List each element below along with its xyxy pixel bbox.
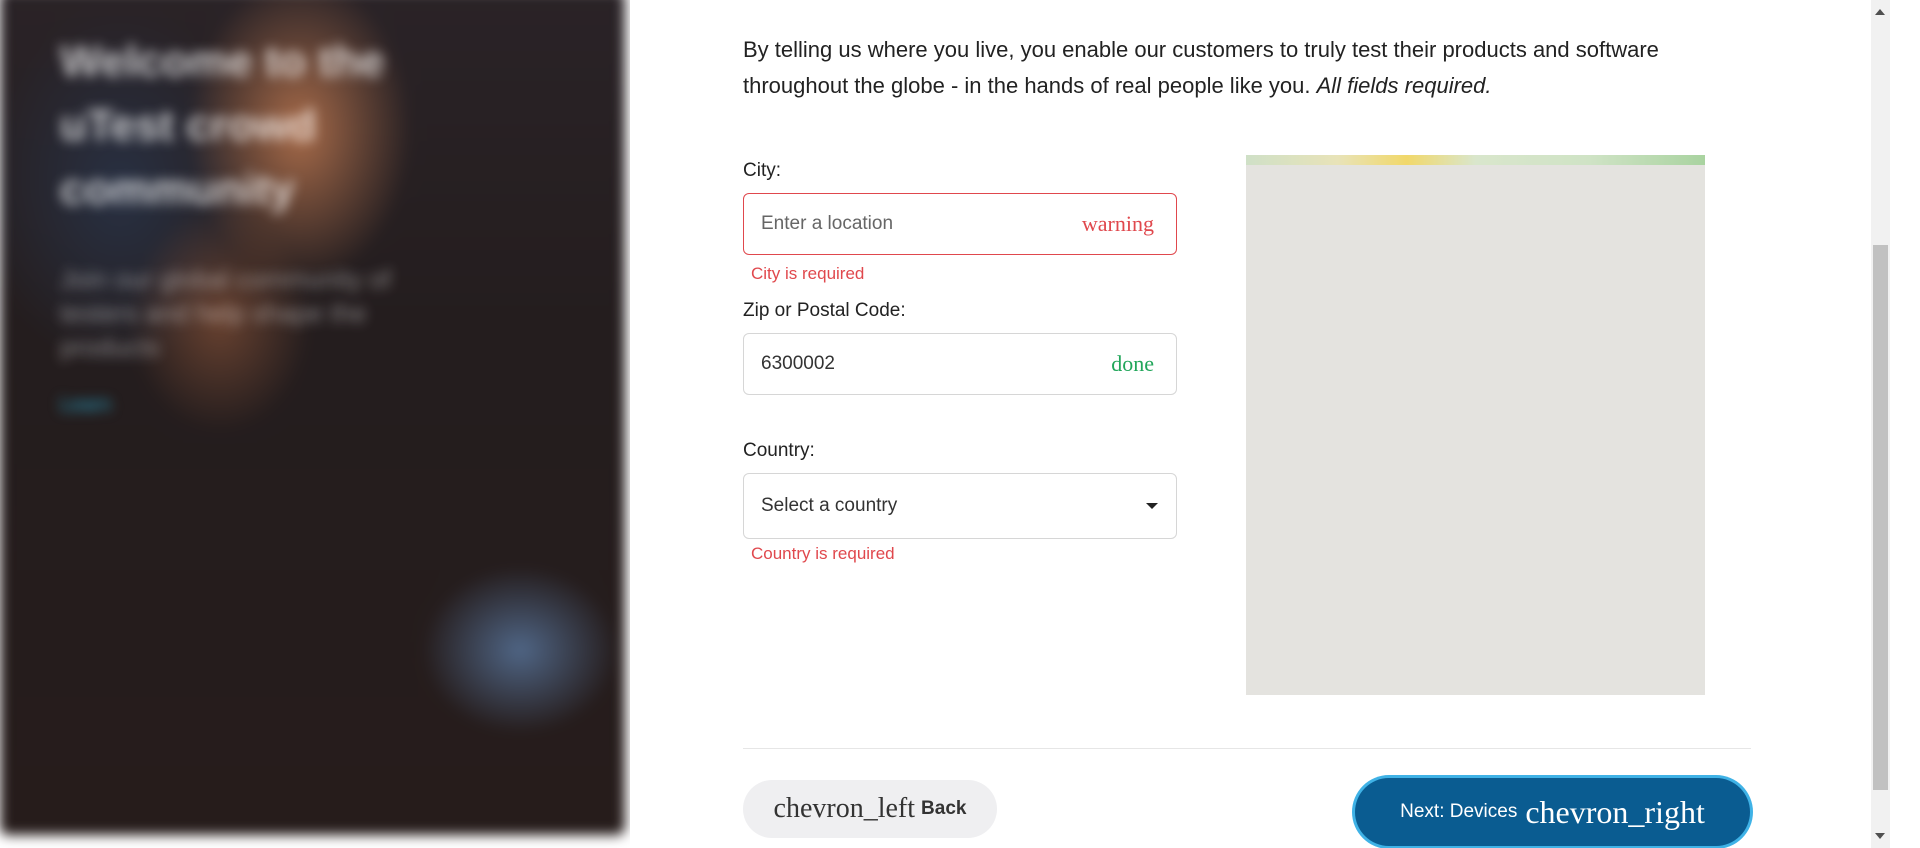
hero-link: Learn bbox=[60, 394, 112, 416]
city-error: City is required bbox=[751, 264, 865, 283]
next-button-label: Next: Devices bbox=[1400, 801, 1518, 822]
scroll-down-arrow-icon[interactable] bbox=[1875, 833, 1885, 839]
country-selected: Select a country bbox=[761, 495, 898, 516]
next-devices-button[interactable]: Next: Devices chevron_right bbox=[1355, 778, 1750, 846]
city-placeholder: Enter a location bbox=[761, 213, 894, 234]
map-tiles bbox=[1246, 155, 1705, 165]
chevron-down-icon bbox=[1146, 503, 1158, 509]
hero-text: Welcome to the uTest crowd community Joi… bbox=[60, 30, 460, 417]
warning-icon: warning bbox=[1081, 211, 1154, 236]
country-error: Country is required bbox=[751, 544, 895, 563]
hero-subtitle: Join our global community of testers and… bbox=[60, 264, 391, 362]
intro-required-note: All fields required. bbox=[1316, 73, 1492, 98]
location-map[interactable] bbox=[1246, 155, 1705, 695]
scroll-thumb[interactable] bbox=[1873, 245, 1888, 790]
city-label: City: bbox=[743, 160, 781, 181]
hero-panel: Welcome to the uTest crowd community Joi… bbox=[0, 0, 630, 848]
zip-input[interactable]: 6300002 done bbox=[743, 333, 1177, 395]
chevron-right-icon: chevron_right bbox=[1525, 793, 1705, 830]
country-label: Country: bbox=[743, 440, 815, 461]
zip-value: 6300002 bbox=[761, 353, 835, 374]
chevron-left-icon: chevron_left bbox=[773, 793, 916, 824]
scroll-up-arrow-icon[interactable] bbox=[1875, 9, 1885, 15]
intro-body: By telling us where you live, you enable… bbox=[743, 37, 1659, 98]
city-input[interactable]: Enter a location warning bbox=[743, 193, 1177, 255]
back-button[interactable]: chevron_left Back bbox=[743, 780, 997, 838]
done-icon: done bbox=[1111, 351, 1154, 376]
intro-text: By telling us where you live, you enable… bbox=[743, 32, 1703, 104]
back-button-label: Back bbox=[921, 798, 967, 819]
divider bbox=[743, 748, 1751, 749]
zip-label: Zip or Postal Code: bbox=[743, 300, 906, 321]
vertical-scrollbar[interactable] bbox=[1871, 0, 1890, 848]
country-select[interactable]: Select a country bbox=[743, 473, 1177, 539]
hero-title: Welcome to the uTest crowd community bbox=[60, 37, 385, 214]
